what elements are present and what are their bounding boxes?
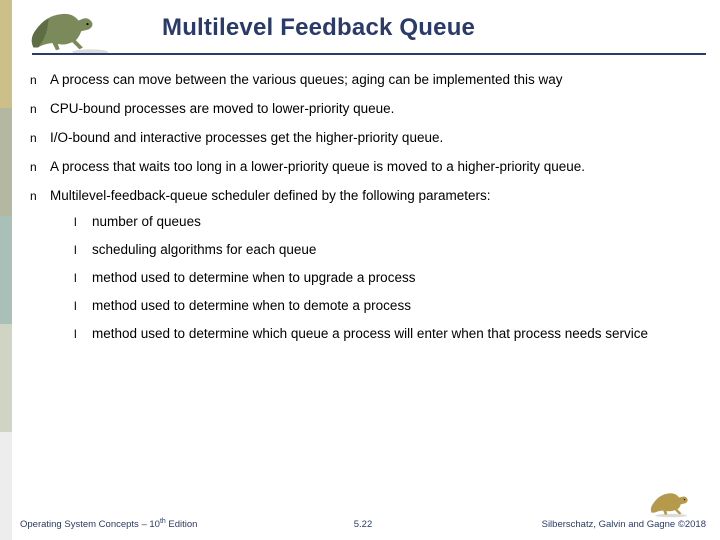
list-item-text: I/O-bound and interactive processes get … [50, 130, 702, 147]
bullet-marker: l [74, 298, 92, 315]
title-underline [32, 53, 706, 55]
list-item-text: Multilevel-feedback-queue scheduler defi… [50, 188, 491, 203]
list-item-text: number of queues [92, 214, 702, 231]
list-item-text: A process that waits too long in a lower… [50, 159, 702, 176]
slide-title: Multilevel Feedback Queue [162, 14, 475, 42]
bullet-marker: n [30, 72, 50, 89]
list-item: n A process that waits too long in a low… [30, 159, 702, 176]
footer-copyright: Silberschatz, Galvin and Gagne ©2018 [542, 519, 706, 530]
footer-page-number: 5.22 [354, 519, 373, 530]
list-item-text: A process can move between the various q… [50, 72, 702, 89]
bullet-marker: l [74, 214, 92, 231]
footer-left: Operating System Concepts – 10th Edition [20, 518, 197, 530]
bullet-marker: l [74, 242, 92, 259]
bullet-marker: n [30, 101, 50, 118]
list-item: n Multilevel-feedback-queue scheduler de… [30, 188, 702, 354]
bullet-marker: n [30, 130, 50, 147]
list-item: lnumber of queues [74, 214, 702, 231]
sidebar-color-strip [0, 0, 12, 540]
dinosaur-icon [648, 488, 690, 518]
slide-header: Multilevel Feedback Queue [12, 0, 720, 60]
list-item-text: method used to determine when to demote … [92, 298, 702, 315]
list-item-text: scheduling algorithms for each queue [92, 242, 702, 259]
list-item-text: method used to determine which queue a p… [92, 326, 702, 343]
list-item: lmethod used to determine which queue a … [74, 326, 702, 343]
bullet-marker: l [74, 326, 92, 343]
sub-list: lnumber of queues lscheduling algorithms… [74, 214, 702, 342]
list-item: n A process can move between the various… [30, 72, 702, 89]
bullet-marker: n [30, 188, 50, 354]
list-item: n CPU-bound processes are moved to lower… [30, 101, 702, 118]
list-item: lscheduling algorithms for each queue [74, 242, 702, 259]
slide-body: n A process can move between the various… [30, 72, 702, 366]
list-item: lmethod used to determine when to upgrad… [74, 270, 702, 287]
list-item: n I/O-bound and interactive processes ge… [30, 130, 702, 147]
bullet-marker: l [74, 270, 92, 287]
list-item-text: method used to determine when to upgrade… [92, 270, 702, 287]
dinosaur-icon [20, 2, 110, 57]
list-item: lmethod used to determine when to demote… [74, 298, 702, 315]
bullet-marker: n [30, 159, 50, 176]
list-item-text: CPU-bound processes are moved to lower-p… [50, 101, 702, 118]
